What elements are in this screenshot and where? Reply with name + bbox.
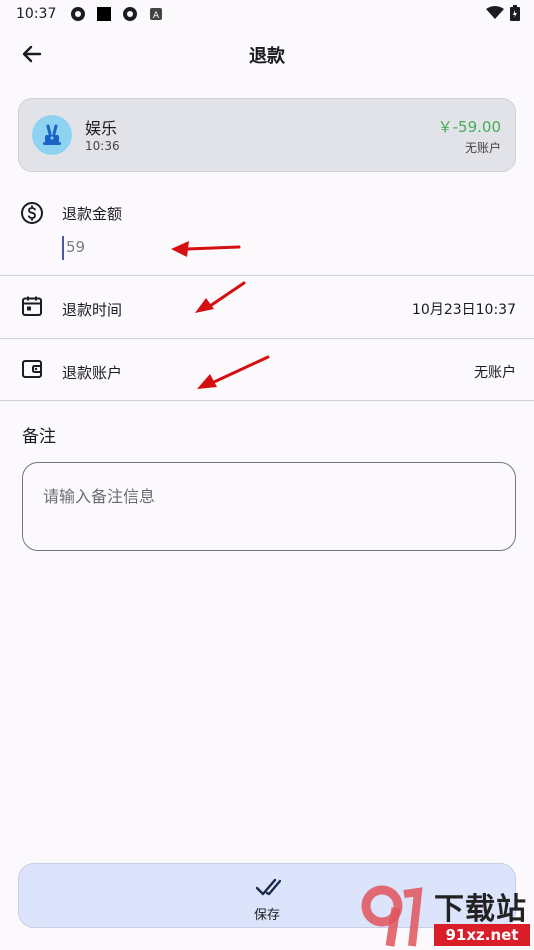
divider <box>0 275 534 276</box>
app-notification-icon <box>123 7 138 21</box>
annotation-arrow <box>197 355 270 389</box>
page-title: 退款 <box>249 46 285 67</box>
record-card: 娱乐 10:36 ￥-59.00 无账户 <box>18 98 516 172</box>
status-time: 10:37 <box>16 6 57 22</box>
divider <box>0 400 534 401</box>
black-square-icon <box>97 7 112 21</box>
note-input[interactable]: 请输入备注信息 <box>22 462 516 551</box>
double-check-icon <box>255 878 281 896</box>
calendar-icon <box>22 296 42 316</box>
record-account: 无账户 <box>464 141 501 155</box>
wallet-icon <box>22 360 42 378</box>
watermark-url: 91xz.net <box>434 924 530 946</box>
record-category: 娱乐 <box>85 119 118 138</box>
font-a-icon: A <box>150 8 163 21</box>
record-amount: ￥-59.00 <box>437 118 501 136</box>
svg-text:A: A <box>153 11 160 21</box>
wifi-icon <box>486 6 504 19</box>
app-bar: 退款 <box>0 28 534 80</box>
refund-time-label: 退款时间 <box>62 301 123 319</box>
dollar-circle-icon <box>21 202 43 224</box>
refund-account-label: 退款账户 <box>62 364 123 382</box>
annotation-arrow <box>195 281 246 313</box>
refund-time-value: 10月23日10:37 <box>412 302 516 318</box>
magic-hat-icon <box>43 124 61 145</box>
record-time: 10:36 <box>85 139 120 153</box>
battery-icon <box>510 5 520 21</box>
watermark: 下载站 91xz.net <box>360 884 532 948</box>
annotation-arrow <box>171 241 241 257</box>
note-label: 备注 <box>22 427 56 447</box>
status-bar: 10:37 A <box>0 0 534 28</box>
watermark-logo-icon <box>361 885 423 947</box>
refund-account-value: 无账户 <box>474 365 516 381</box>
note-placeholder: 请输入备注信息 <box>43 487 156 506</box>
refund-amount-label: 退款金额 <box>62 205 123 223</box>
watermark-text: 下载站 <box>434 892 527 927</box>
divider <box>0 338 534 339</box>
avatar <box>32 115 72 155</box>
app-notification-icon <box>71 7 86 21</box>
